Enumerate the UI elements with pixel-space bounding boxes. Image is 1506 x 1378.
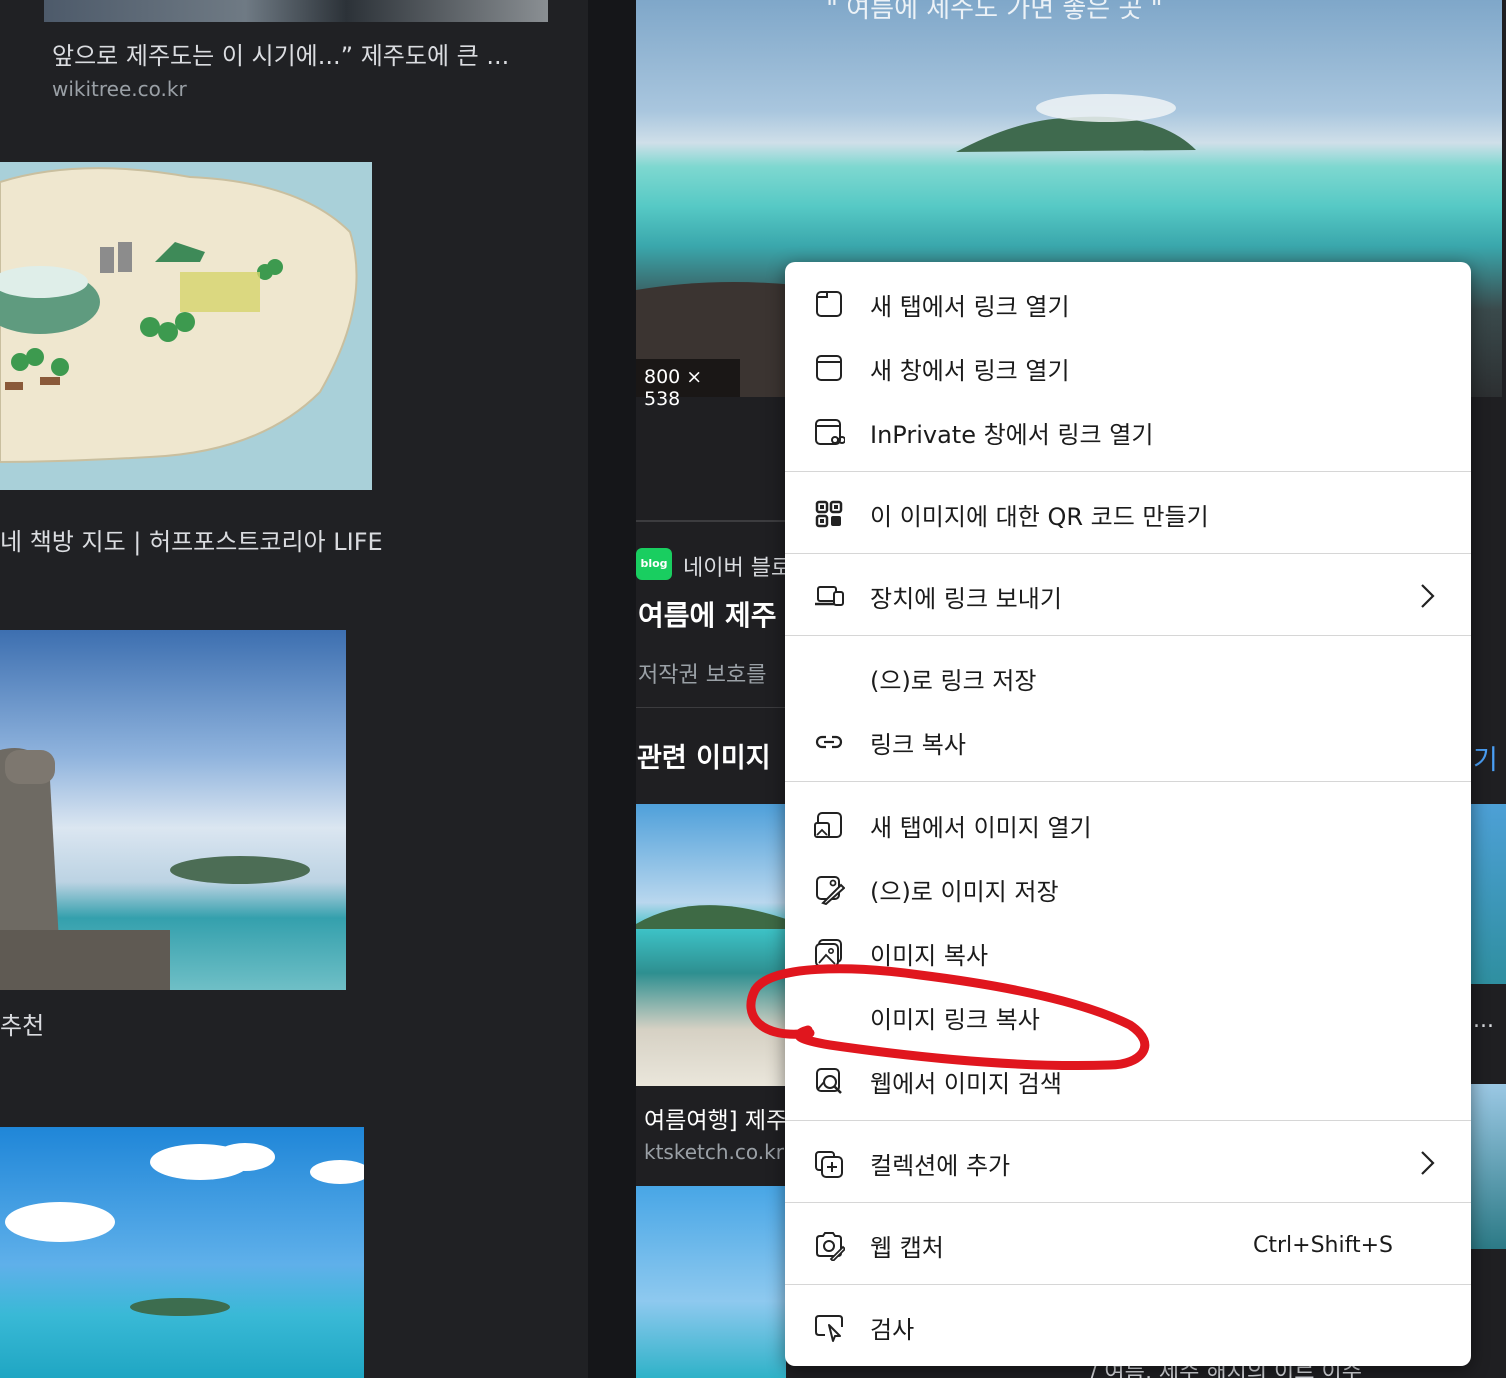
- menu-item-label: 이 이미지에 대한 QR 코드 만들기: [870, 502, 1209, 531]
- new-window-icon: [816, 355, 842, 381]
- open-image-icon: [814, 812, 842, 838]
- menu-separator: [785, 1284, 1471, 1285]
- context-menu: 새 탭에서 링크 열기 새 창에서 링크 열기 InPrivate 창에서 링크…: [785, 262, 1471, 1366]
- menu-item-open-link-new-window[interactable]: 새 창에서 링크 열기: [785, 338, 1471, 398]
- result-caption-3[interactable]: 추천: [0, 1006, 44, 1041]
- result-caption-2[interactable]: 네 책방 지도 | 허프포스트코리아 LIFE: [0, 522, 383, 557]
- related-source-1: ktsketch.co.kr: [644, 1140, 784, 1164]
- menu-item-label: 링크 복사: [870, 730, 966, 759]
- jeju-map-illustration: [0, 167, 358, 464]
- menu-item-label: 웹에서 이미지 검색: [870, 1069, 1062, 1098]
- menu-separator: [785, 1202, 1471, 1203]
- result-thumbnail-1[interactable]: [44, 0, 548, 22]
- link-icon: [815, 735, 843, 749]
- menu-item-label: 장치에 링크 보내기: [870, 584, 1062, 613]
- related-ellipsis: ...: [1473, 1008, 1494, 1033]
- menu-item-create-qr-code[interactable]: 이 이미지에 대한 QR 코드 만들기: [785, 484, 1471, 544]
- sky-illustration: [5, 1143, 364, 1316]
- send-to-device-icon: [815, 586, 844, 606]
- result-thumbnail-hareubang[interactable]: [0, 630, 346, 990]
- menu-separator: [785, 781, 1471, 782]
- menu-item-label: 새 탭에서 이미지 열기: [870, 813, 1092, 842]
- web-capture-icon: [816, 1232, 845, 1261]
- main-image-banner: " 여름에 제주도 가면 좋은 곳 ": [826, 0, 1163, 24]
- image-results-column: 앞으로 제주도는 이 시기에...” 제주도에 큰 ... wikitree.c…: [0, 0, 588, 1378]
- copy-image-icon: [815, 939, 842, 967]
- copyright-notice: 저작권 보호를: [638, 663, 767, 688]
- menu-item-label: (으)로 링크 저장: [870, 666, 1037, 695]
- menu-item-inspect[interactable]: 검사: [785, 1297, 1471, 1357]
- qr-code-icon: [815, 500, 843, 528]
- menu-separator: [785, 635, 1471, 636]
- related-image-right-2[interactable]: [1471, 1084, 1506, 1249]
- result-thumbnail-map[interactable]: [0, 162, 372, 490]
- related-image-1[interactable]: [636, 804, 786, 1086]
- menu-item-web-capture[interactable]: 웹 캡처 Ctrl+Shift+S: [785, 1215, 1471, 1275]
- menu-item-open-link-inprivate[interactable]: InPrivate 창에서 링크 열기: [785, 402, 1471, 462]
- visual-search-icon: [816, 1068, 842, 1094]
- menu-item-label: 컬렉션에 추가: [870, 1151, 1011, 1180]
- menu-separator: [785, 553, 1471, 554]
- related-images-heading: 관련 이미지: [637, 743, 771, 774]
- chevron-right-icon: [1421, 584, 1435, 608]
- menu-item-label: (으)로 이미지 저장: [870, 877, 1059, 906]
- menu-item-label: 새 창에서 링크 열기: [870, 356, 1070, 385]
- result-thumbnail-sky[interactable]: [0, 1127, 364, 1378]
- menu-separator: [785, 471, 1471, 472]
- menu-separator: [785, 1120, 1471, 1121]
- menu-item-save-link-as[interactable]: (으)로 링크 저장: [785, 648, 1471, 708]
- chevron-right-icon: [1421, 1151, 1435, 1175]
- related-image-right[interactable]: [1471, 804, 1506, 984]
- menu-item-label: InPrivate 창에서 링크 열기: [870, 420, 1154, 449]
- menu-item-copy-image[interactable]: 이미지 복사: [785, 923, 1471, 983]
- menu-item-label: 새 탭에서 링크 열기: [870, 292, 1070, 321]
- menu-item-add-to-collections[interactable]: 컬렉션에 추가: [785, 1133, 1471, 1193]
- source-favicon: blog: [636, 548, 672, 580]
- save-image-icon: [816, 876, 845, 905]
- menu-item-shortcut: Ctrl+Shift+S: [1253, 1232, 1393, 1258]
- detail-title[interactable]: 여름에 제주: [638, 594, 777, 634]
- inspect-icon: [815, 1315, 843, 1342]
- result-source-1: wikitree.co.kr: [52, 77, 187, 101]
- menu-item-open-image-new-tab[interactable]: 새 탭에서 이미지 열기: [785, 795, 1471, 855]
- related-image-1-scene: [636, 905, 786, 929]
- menu-item-save-image-as[interactable]: (으)로 이미지 저장: [785, 859, 1471, 919]
- menu-item-label: 웹 캡처: [870, 1233, 944, 1262]
- new-tab-icon: [816, 291, 842, 317]
- add-collection-icon: [815, 1151, 843, 1178]
- result-caption-1[interactable]: 앞으로 제주도는 이 시기에...” 제주도에 큰 ...: [52, 36, 509, 71]
- menu-item-search-web-for-image[interactable]: 웹에서 이미지 검색: [785, 1051, 1471, 1111]
- menu-item-label: 검사: [870, 1315, 915, 1344]
- hareubang-illustration: [0, 748, 310, 990]
- menu-item-copy-image-link[interactable]: 이미지 링크 복사: [785, 987, 1471, 1047]
- menu-item-copy-link[interactable]: 링크 복사: [785, 712, 1471, 772]
- related-image-2[interactable]: [636, 1186, 786, 1378]
- column-divider: [588, 0, 636, 1378]
- inprivate-window-icon: [815, 419, 845, 445]
- menu-item-label: 이미지 링크 복사: [870, 1005, 1040, 1034]
- image-dimensions-badge: 800 × 538: [636, 359, 740, 410]
- related-caption-1[interactable]: 여름여행] 제주: [644, 1101, 787, 1135]
- related-see-more-link[interactable]: 기: [1473, 738, 1498, 777]
- panel-separator: [636, 520, 786, 522]
- panel-separator-2: [636, 707, 786, 708]
- menu-item-send-link-to-device[interactable]: 장치에 링크 보내기: [785, 566, 1471, 626]
- menu-item-label: 이미지 복사: [870, 941, 989, 970]
- menu-item-open-link-new-tab[interactable]: 새 탭에서 링크 열기: [785, 274, 1471, 334]
